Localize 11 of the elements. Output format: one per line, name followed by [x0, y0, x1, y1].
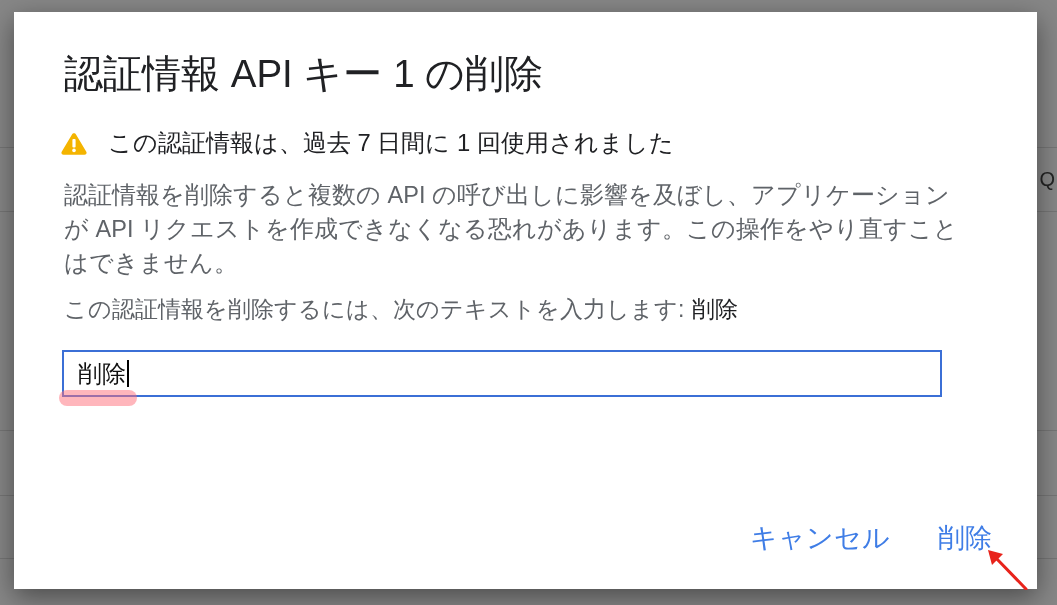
- delete-button[interactable]: 削除: [932, 520, 998, 556]
- confirm-word: 削除: [692, 295, 739, 324]
- description-text: 認証情報を削除すると複数の API の呼び出しに影響を及ぼし、アプリケーションが API リクエストを作成できなくなる恐れがあります。この操作をやり直すことはできません。: [64, 181, 959, 278]
- dialog-title: 認証情報 API キー 1 の削除: [64, 51, 544, 97]
- prompt-text: この認証情報を削除するには、次のテキストを入力します:: [64, 295, 685, 324]
- cancel-button[interactable]: キャンセル: [744, 520, 896, 556]
- text-field[interactable]: 削除: [62, 350, 942, 397]
- warning-text: この認証情報は、過去 7 日間に 1 回使用されました: [108, 128, 674, 158]
- text-cursor: [127, 360, 129, 387]
- warning-icon: [61, 131, 87, 155]
- cell-text: Q: [1039, 168, 1056, 191]
